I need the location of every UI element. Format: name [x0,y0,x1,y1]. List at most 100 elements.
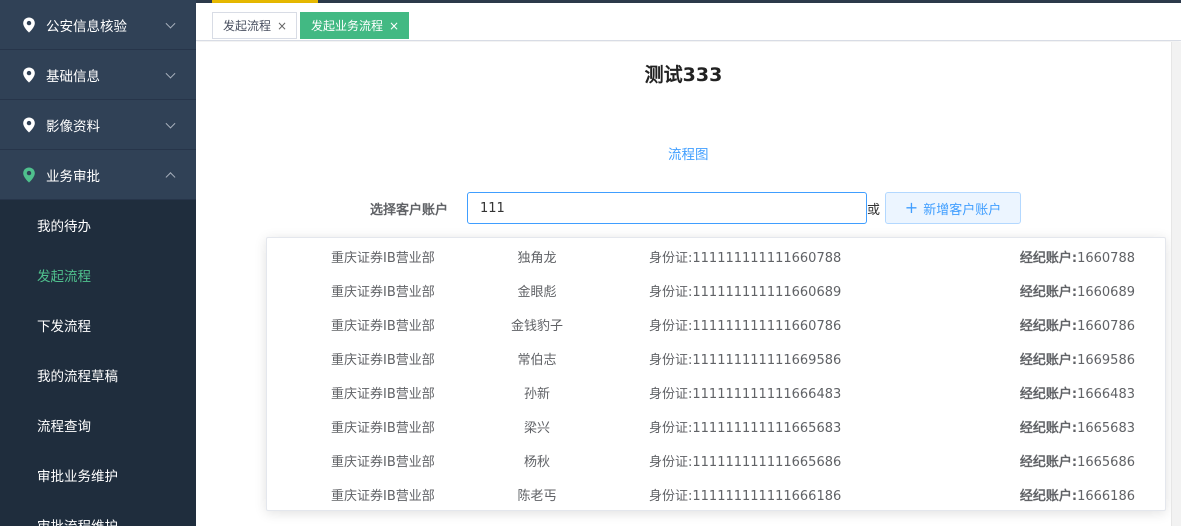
add-customer-account-label: 新增客户账户 [923,202,1002,218]
id-value: 111111111111666186 [692,489,842,504]
id-prefix: 身份证: [649,387,693,402]
option-department: 重庆证券IB营业部 [331,455,435,470]
sidebar-group-business-approval[interactable]: 业务审批 [0,150,196,200]
option-id-card: 身份证:111111111111666483 [649,383,841,402]
id-value: 111111111111669586 [692,353,842,368]
option-account: 经纪账户:1669586 [1020,349,1135,368]
id-value: 111111111111666483 [692,387,842,402]
sidebar-group-label: 基础信息 [46,68,100,85]
option-name: 陈老丐 [517,489,557,504]
account-value: 1660786 [1077,319,1135,334]
tab-start-process[interactable]: 发起流程 × [212,12,298,39]
account-value: 1665686 [1077,455,1135,470]
plus-icon: + [904,198,919,217]
sidebar-item-process-query[interactable]: 流程查询 [0,400,196,450]
dropdown-option[interactable]: 重庆证券IB营业部 独角龙 身份证:111111111111660788 经纪账… [267,238,1165,272]
sidebar-item-my-todo[interactable]: 我的待办 [0,200,196,250]
account-prefix: 经纪账户: [1019,455,1078,470]
option-department: 重庆证券IB营业部 [331,285,435,300]
account-prefix: 经纪账户: [1019,387,1078,402]
option-account: 经纪账户:1660788 [1020,247,1135,266]
option-department: 重庆证券IB营业部 [331,353,435,368]
add-customer-account-button[interactable]: + 新增客户账户 [885,192,1021,224]
tab-start-business-process[interactable]: 发起业务流程 × [300,12,410,39]
sidebar-item-approval-process-maintenance[interactable]: 审批流程维护 [0,500,196,526]
chevron-down-icon [165,118,176,129]
id-value: 111111111111665683 [692,421,842,436]
tabs-bar: 发起流程 × 发起业务流程 × [196,3,1181,41]
option-id-card: 身份证:111111111111665683 [649,417,841,436]
chevron-down-icon [165,18,176,29]
option-department: 重庆证券IB营业部 [331,489,435,504]
account-prefix: 经纪账户: [1019,353,1078,368]
sidebar-group-image-materials[interactable]: 影像资料 [0,100,196,150]
account-value: 1660788 [1077,251,1135,266]
sidebar-group-label: 公安信息核验 [46,18,127,35]
option-id-card: 身份证:111111111111660689 [649,281,841,300]
option-name: 独角龙 [517,251,557,266]
close-icon[interactable]: × [277,19,287,33]
sidebar-group-police-verification[interactable]: 公安信息核验 [0,0,196,50]
account-prefix: 经纪账户: [1019,489,1078,504]
dropdown-option[interactable]: 重庆证券IB营业部 孙新 身份证:111111111111666483 经纪账户… [267,374,1165,408]
option-account: 经纪账户:1660689 [1020,281,1135,300]
option-department: 重庆证券IB营业部 [331,251,435,266]
option-id-card: 身份证:111111111111665686 [649,451,841,470]
sidebar-group-label: 业务审批 [46,168,100,185]
option-department: 重庆证券IB营业部 [331,387,435,402]
dropdown-option[interactable]: 重庆证券IB营业部 杨秋 身份证:111111111111665686 经纪账户… [267,442,1165,476]
tab-label: 发起流程 [223,19,272,33]
id-value: 111111111111660788 [692,251,842,266]
location-pin-icon [23,117,35,132]
customer-account-label: 选择客户账户 [370,203,449,218]
sidebar-group-basic-info[interactable]: 基础信息 [0,50,196,100]
sidebar-submenu: 我的待办 发起流程 下发流程 我的流程草稿 流程查询 审批业务维护 审批流程维护 [0,200,196,526]
account-value: 1669586 [1077,353,1135,368]
account-prefix: 经纪账户: [1019,421,1078,436]
account-prefix: 经纪账户: [1019,319,1078,334]
option-id-card: 身份证:111111111111660786 [649,315,841,334]
scroll-rail[interactable] [1171,42,1181,526]
option-department: 重庆证券IB营业部 [331,421,435,436]
sidebar-item-approval-business-maintenance[interactable]: 审批业务维护 [0,450,196,500]
id-prefix: 身份证: [649,319,693,334]
option-id-card: 身份证:111111111111666186 [649,485,841,504]
tab-label: 发起业务流程 [311,19,384,33]
account-value: 1660689 [1077,285,1135,300]
id-value: 111111111111660786 [692,319,842,334]
location-pin-icon [23,67,35,82]
option-account: 经纪账户:1665683 [1020,417,1135,436]
dropdown-option[interactable]: 重庆证券IB营业部 陈老丐 身份证:111111111111666186 经纪账… [267,476,1165,510]
main-content: 测试333 流程图 选择客户账户 或 + 新增客户账户 重庆证券IB营业部 独角… [196,42,1171,526]
dropdown-option[interactable]: 重庆证券IB营业部 金眼彪 身份证:111111111111660689 经纪账… [267,272,1165,306]
dropdown-option[interactable]: 重庆证券IB营业部 金钱豹子 身份证:111111111111660786 经纪… [267,306,1165,340]
id-prefix: 身份证: [649,455,693,470]
option-account: 经纪账户:1666186 [1020,485,1135,504]
page-title: 测试333 [644,64,723,86]
sidebar-item-my-drafts[interactable]: 我的流程草稿 [0,350,196,400]
id-prefix: 身份证: [649,285,693,300]
location-pin-icon [23,167,35,182]
account-prefix: 经纪账户: [1019,251,1078,266]
id-prefix: 身份证: [649,421,693,436]
dropdown-option[interactable]: 重庆证券IB营业部 常伯志 身份证:111111111111669586 经纪账… [267,340,1165,374]
account-value: 1666186 [1077,489,1135,504]
option-name: 杨秋 [523,455,550,470]
option-name: 常伯志 [517,353,557,368]
dropdown-option[interactable]: 重庆证券IB营业部 梁兴 身份证:111111111111665683 经纪账户… [267,408,1165,442]
sidebar-item-issue-process[interactable]: 下发流程 [0,300,196,350]
option-account: 经纪账户:1660786 [1020,315,1135,334]
account-value: 1666483 [1077,387,1135,402]
account-prefix: 经纪账户: [1019,285,1078,300]
id-prefix: 身份证: [649,489,693,504]
chevron-down-icon [165,68,176,79]
customer-account-input[interactable] [467,192,867,224]
sidebar-item-start-process[interactable]: 发起流程 [0,250,196,300]
option-id-card: 身份证:111111111111660788 [649,247,841,266]
close-icon[interactable]: × [389,19,399,33]
location-pin-icon [23,17,35,32]
option-name: 孙新 [523,387,550,402]
sidebar: 公安信息核验 基础信息 影像资料 业务审批 我的待办 发起流程 下发流程 我的流… [0,0,196,526]
flowchart-link[interactable]: 流程图 [668,143,709,163]
option-name: 梁兴 [523,421,550,436]
